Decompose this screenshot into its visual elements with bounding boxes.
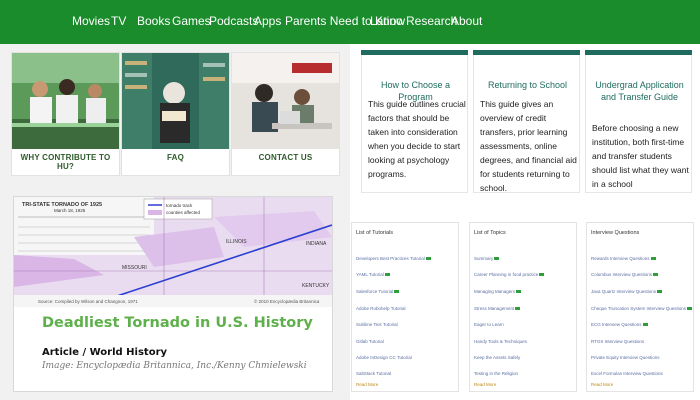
list-item[interactable]: Java Quartz Interview Questions bbox=[591, 289, 663, 294]
list-item[interactable]: RTGS Interview Questions bbox=[591, 339, 644, 344]
nav-books[interactable]: Books bbox=[137, 14, 170, 28]
nav-podcasts[interactable]: Podcasts bbox=[209, 14, 258, 28]
read-more-link[interactable]: Read More bbox=[474, 382, 496, 387]
list-item[interactable]: Excel Formulas Interview Questions bbox=[591, 371, 663, 376]
list-item[interactable]: Keep the Assets Safely bbox=[474, 355, 520, 360]
nav-latino[interactable]: Latino bbox=[370, 14, 403, 28]
list-item[interactable]: Handy Tools & Techniques bbox=[474, 339, 527, 344]
map-source: Source: Compiled by Wilson and Changnon,… bbox=[38, 299, 138, 304]
list-of-topics: List of Topics Summary Career Planning i… bbox=[469, 222, 577, 392]
list-item[interactable]: Summary bbox=[474, 256, 500, 261]
list-item[interactable]: Salesforce Tutorial bbox=[356, 289, 400, 294]
article-subtitle: Article / World History bbox=[42, 347, 168, 358]
nav-apps[interactable]: Apps bbox=[254, 14, 281, 28]
map-legend-counties: counties affected bbox=[166, 210, 200, 215]
list-item[interactable]: Rewards Interview Questions bbox=[591, 256, 656, 261]
list-item[interactable]: Managing Managers bbox=[474, 289, 522, 294]
guide-accent-bar bbox=[473, 50, 580, 55]
interview-questions-list: Interview Questions Rewards Interview Qu… bbox=[586, 222, 694, 392]
new-badge-icon bbox=[515, 307, 521, 311]
list-heading: List of Tutorials bbox=[356, 230, 393, 236]
list-heading: Interview Questions bbox=[591, 230, 640, 236]
guide-card-undergrad-application[interactable]: Undergrad Application and Transfer Guide… bbox=[585, 50, 692, 193]
new-badge-icon bbox=[650, 257, 656, 261]
nav-about[interactable]: About bbox=[451, 14, 482, 28]
list-item[interactable]: Adobe Robohelp Tutorial bbox=[356, 306, 406, 311]
list-item[interactable]: Career Planning in food practice bbox=[474, 272, 545, 277]
new-badge-icon bbox=[653, 273, 659, 277]
list-heading: List of Topics bbox=[474, 230, 506, 236]
guide-body: This guide gives an overview of credit t… bbox=[480, 99, 577, 193]
list-item[interactable]: Adobe InDesign CC Tutorial bbox=[356, 355, 412, 360]
map-state-label: MISSOURI bbox=[122, 265, 147, 271]
top-nav: Movies TV Books Games Podcasts Apps Pare… bbox=[0, 0, 700, 44]
new-badge-icon bbox=[516, 290, 522, 294]
new-badge-icon bbox=[657, 290, 663, 294]
guide-accent-bar bbox=[585, 50, 692, 55]
new-badge-icon bbox=[384, 273, 390, 277]
map-state-label: INDIANA bbox=[306, 241, 327, 247]
nav-tv[interactable]: TV bbox=[111, 14, 126, 28]
list-of-tutorials: List of Tutorials Developers Best Practi… bbox=[351, 222, 459, 392]
photo-card-faq[interactable]: FAQ bbox=[121, 52, 230, 176]
office-photo bbox=[232, 53, 339, 149]
list-item[interactable]: Testing in the Religion bbox=[474, 371, 518, 376]
list-item[interactable]: Stress Management bbox=[474, 306, 521, 311]
new-badge-icon bbox=[687, 307, 693, 311]
guide-card-choose-program[interactable]: How to Choose a Program This guide outli… bbox=[361, 50, 468, 193]
photo-card-label: WHY CONTRIBUTE TO HU? bbox=[20, 153, 111, 171]
list-item[interactable]: Eager to Learn bbox=[474, 322, 504, 327]
read-more-link[interactable]: Read More bbox=[591, 382, 613, 387]
map-state-label: KENTUCKY bbox=[302, 283, 330, 289]
list-item[interactable]: Columbus Interview Questions bbox=[591, 272, 659, 277]
guide-body: This guide outlines crucial factors that… bbox=[368, 99, 466, 179]
new-badge-icon bbox=[539, 273, 545, 277]
list-item[interactable]: ECG Interview Questions bbox=[591, 322, 648, 327]
photo-card-contact-us[interactable]: CONTACT US bbox=[231, 52, 340, 176]
map-state-label: ILLINOIS bbox=[226, 239, 247, 245]
new-badge-icon bbox=[394, 290, 400, 294]
list-item[interactable]: Private Equity Interview Questions bbox=[591, 355, 660, 360]
nav-research[interactable]: Research bbox=[406, 14, 457, 28]
new-badge-icon bbox=[642, 323, 648, 327]
photo-card-label: CONTACT US bbox=[258, 153, 313, 162]
photo-card-label: FAQ bbox=[166, 153, 185, 162]
article-title[interactable]: Deadliest Tornado in U.S. History bbox=[42, 316, 322, 331]
article-credit: Image: Encyclopædia Britannica, Inc./Ken… bbox=[42, 361, 307, 371]
list-item[interactable]: YAML Tutorial bbox=[356, 272, 390, 277]
new-badge-icon bbox=[494, 257, 500, 261]
lab-photo bbox=[12, 53, 119, 149]
map-copyright: © 2010 Encyclopædia Britannica bbox=[254, 298, 320, 304]
nav-games[interactable]: Games bbox=[172, 14, 211, 28]
tornado-map: TRI-STATE TORNADO OF 1925 March 18, 1925… bbox=[14, 197, 332, 307]
nav-movies[interactable]: Movies bbox=[72, 14, 110, 28]
read-more-link[interactable]: Read More bbox=[356, 382, 378, 387]
guide-title[interactable]: Returning to School bbox=[478, 79, 577, 91]
guide-accent-bar bbox=[361, 50, 468, 55]
guide-card-returning-to-school[interactable]: Returning to School This guide gives an … bbox=[473, 50, 580, 193]
map-table-subtitle: March 18, 1925 bbox=[54, 208, 86, 213]
list-item[interactable]: SaltStack Tutorial bbox=[356, 371, 391, 376]
list-item[interactable]: Developers Best Practices Tutorial bbox=[356, 256, 431, 261]
list-item[interactable]: Cheque Truncation System Interview Quest… bbox=[591, 306, 693, 311]
new-badge-icon bbox=[425, 257, 431, 261]
article-card[interactable]: TRI-STATE TORNADO OF 1925 March 18, 1925… bbox=[13, 196, 333, 392]
list-item[interactable]: Gitlab Tutorial bbox=[356, 339, 384, 344]
list-item[interactable]: Sublime Text Tutorial bbox=[356, 322, 398, 327]
library-photo bbox=[122, 53, 229, 149]
guide-title[interactable]: Undergrad Application and Transfer Guide bbox=[590, 79, 689, 103]
photo-card-why-contribute[interactable]: WHY CONTRIBUTE TO HU? bbox=[11, 52, 120, 176]
guide-body: Before choosing a new institution, both … bbox=[592, 123, 689, 189]
map-legend-track: tornado track bbox=[166, 203, 193, 208]
